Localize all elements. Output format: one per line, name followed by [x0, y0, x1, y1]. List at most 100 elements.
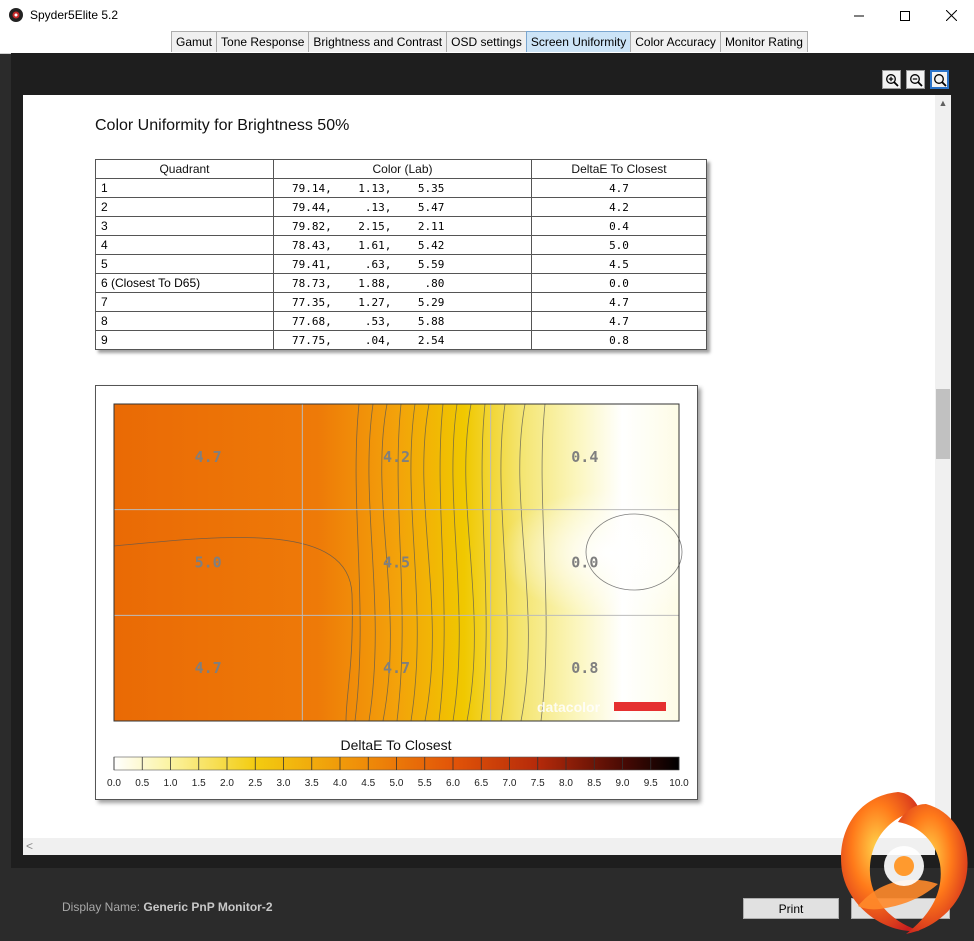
scale-tick-label: 8.0 — [559, 778, 573, 789]
table-row: 8 77.68, .53, 5.88 4.7 — [95, 311, 707, 331]
table-row: 3 79.82, 2.15, 2.11 0.4 — [95, 216, 707, 236]
scale-tick-label: 3.5 — [305, 778, 319, 789]
scale-tick-label: 3.0 — [277, 778, 291, 789]
cell-color-lab: 79.82, 2.15, 2.11 — [273, 216, 532, 236]
tab-monitor-rating[interactable]: Monitor Rating — [719, 31, 808, 52]
table-header-row: Quadrant Color (Lab) DeltaE To Closest — [95, 159, 707, 179]
cell-value-label: 4.7 — [383, 659, 410, 677]
cell-deltae: 5.0 — [531, 235, 707, 255]
scale-tick-label: 4.0 — [333, 778, 347, 789]
cell-color-lab: 77.75, .04, 2.54 — [273, 330, 532, 350]
cell-color-lab: 77.68, .53, 5.88 — [273, 311, 532, 331]
table-row: 2 79.44, .13, 5.47 4.2 — [95, 197, 707, 217]
scale-tick-label: 2.5 — [248, 778, 262, 789]
cell-value-label: 4.5 — [383, 554, 410, 572]
scale-tick-label: 9.0 — [616, 778, 630, 789]
title-bar: Spyder5Elite 5.2 — [0, 0, 974, 31]
scale-tick-label: 5.0 — [390, 778, 404, 789]
cell-color-lab: 79.41, .63, 5.59 — [273, 254, 532, 274]
display-name: Display Name: Generic PnP Monitor-2 — [62, 900, 273, 914]
cell-color-lab: 78.43, 1.61, 5.42 — [273, 235, 532, 255]
scale-tick-label: 7.5 — [531, 778, 545, 789]
cell-color-lab: 78.73, 1.88, .80 — [273, 273, 532, 293]
cell-value-label: 4.7 — [195, 448, 222, 466]
scroll-left-icon[interactable]: < — [26, 838, 33, 855]
scale-tick-label: 1.5 — [192, 778, 206, 789]
scale-tick-label: 9.5 — [644, 778, 658, 789]
cell-deltae: 0.0 — [531, 273, 707, 293]
cell-value-label: 4.2 — [383, 448, 410, 466]
app-icon — [9, 8, 23, 22]
table-row: 1 79.14, 1.13, 5.35 4.7 — [95, 178, 707, 198]
tab-gamut[interactable]: Gamut — [171, 31, 218, 52]
cell-deltae: 4.7 — [531, 292, 707, 312]
minimize-icon — [854, 15, 864, 16]
cell-quadrant: 2 — [95, 197, 274, 217]
cell-quadrant: 7 — [95, 292, 274, 312]
tabs: Gamut Tone Response Brightness and Contras… — [171, 31, 808, 52]
close-icon — [945, 10, 957, 21]
display-name-value: Generic PnP Monitor-2 — [143, 900, 273, 914]
scroll-up-icon[interactable]: ▲ — [935, 95, 951, 111]
scale-tick-label: 8.5 — [587, 778, 601, 789]
close-button[interactable] — [928, 0, 974, 31]
cell-deltae: 4.5 — [531, 254, 707, 274]
uniformity-heatmap: 4.7 4.2 0.4 5.0 4.5 0.0 4.7 4.7 0.8 datacolor Delt… — [107, 403, 689, 789]
window-title: Spyder5Elite 5.2 — [30, 8, 119, 22]
cell-deltae: 0.4 — [531, 216, 707, 236]
display-name-label: Display Name: — [62, 900, 141, 914]
scale-tick-label: 1.0 — [164, 778, 178, 789]
cell-quadrant: 9 — [95, 330, 274, 350]
horizontal-scrollbar[interactable]: < — [23, 838, 935, 855]
scale-title: DeltaE To Closest — [340, 737, 451, 753]
maximize-icon — [900, 10, 910, 21]
header-deltae: DeltaE To Closest — [531, 159, 707, 179]
tab-screen-uniformity[interactable]: Screen Uniformity — [525, 31, 632, 52]
header-color-lab: Color (Lab) — [273, 159, 532, 179]
report-page: Color Uniformity for Brightness 50% Quad… — [23, 95, 935, 838]
tab-brightness-and-contrast[interactable]: Brightness and Contrast — [308, 31, 448, 52]
uniformity-chart-panel: 4.7 4.2 0.4 5.0 4.5 0.0 4.7 4.7 0.8 datacolor Delt… — [95, 385, 698, 800]
maximize-button[interactable] — [882, 0, 928, 31]
table-row: 5 79.41, .63, 5.59 4.5 — [95, 254, 707, 274]
tab-color-accuracy[interactable]: Color Accuracy — [630, 31, 721, 52]
scale-tick-label: 6.0 — [446, 778, 460, 789]
print-button[interactable]: Print — [743, 898, 839, 919]
vertical-scroll-thumb[interactable] — [936, 389, 950, 459]
cell-quadrant: 3 — [95, 216, 274, 236]
cell-quadrant: 1 — [95, 178, 274, 198]
cell-value-label: 4.7 — [195, 659, 222, 677]
zoom-in-button[interactable] — [882, 70, 901, 89]
minimize-button[interactable] — [836, 0, 882, 31]
cell-deltae: 4.7 — [531, 178, 707, 198]
tab-bar: Gamut Tone Response Brightness and Contras… — [0, 31, 974, 54]
tab-tone-response[interactable]: Tone Response — [216, 31, 310, 52]
cell-value-label: 0.4 — [571, 448, 598, 466]
scale-tick-label: 4.5 — [361, 778, 375, 789]
cell-deltae: 0.8 — [531, 330, 707, 350]
vertical-scrollbar[interactable]: ▲ — [935, 95, 951, 838]
tab-osd-settings[interactable]: OSD settings — [446, 31, 527, 52]
scale-tick-label: 0.5 — [135, 778, 149, 789]
cell-value-label: 5.0 — [195, 554, 222, 572]
table-row: 6 (Closest To D65) 78.73, 1.88, .80 0.0 — [95, 273, 707, 293]
cell-deltae: 4.7 — [531, 311, 707, 331]
scale-tick-label: 2.0 — [220, 778, 234, 789]
cell-quadrant: 6 (Closest To D65) — [95, 273, 274, 293]
table-row: 7 77.35, 1.27, 5.29 4.7 — [95, 292, 707, 312]
cell-color-lab: 77.35, 1.27, 5.29 — [273, 292, 532, 312]
zoom-out-icon — [909, 73, 923, 87]
site-logo-icon — [841, 792, 968, 934]
zoom-fit-button[interactable] — [930, 70, 949, 89]
scale-tick-label: 6.5 — [474, 778, 488, 789]
cell-value-label: 0.0 — [571, 554, 598, 572]
cell-quadrant: 8 — [95, 311, 274, 331]
zoom-in-icon — [885, 73, 899, 87]
table-row: 4 78.43, 1.61, 5.42 5.0 — [95, 235, 707, 255]
scale-tick-label: 0.0 — [107, 778, 121, 789]
cell-quadrant: 4 — [95, 235, 274, 255]
zoom-out-button[interactable] — [906, 70, 925, 89]
cell-color-lab: 79.44, .13, 5.47 — [273, 197, 532, 217]
scale-tick-label: 5.5 — [418, 778, 432, 789]
scale-tick-label: 10.0 — [669, 778, 689, 789]
